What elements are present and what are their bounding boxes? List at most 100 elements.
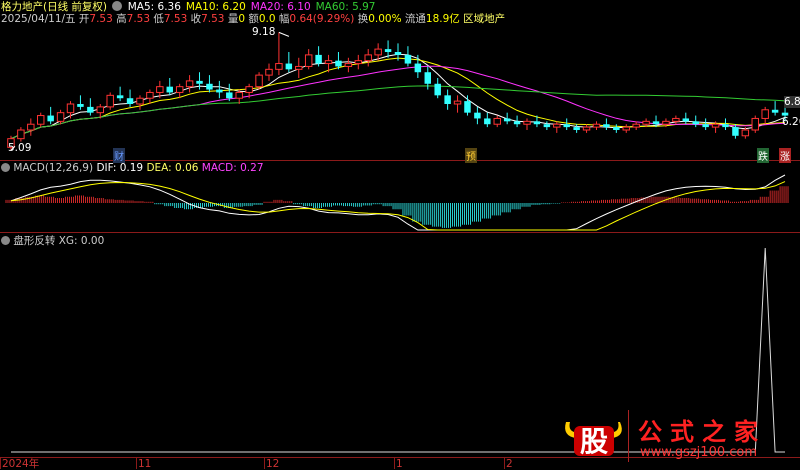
- candle-body: [324, 60, 333, 65]
- quote-item-value: 7.53: [89, 13, 113, 25]
- high-price-label: 9.18: [252, 26, 276, 38]
- candle-body: [632, 123, 640, 128]
- candle-body: [285, 63, 293, 70]
- dea-line: [10, 181, 786, 231]
- candle-body: [513, 121, 521, 125]
- ma-legend-item: MA60: 5.97: [315, 1, 376, 13]
- quote-item-value: 0: [238, 13, 246, 25]
- candle-body: [226, 92, 233, 99]
- candle-body: [613, 127, 620, 130]
- candle-body: [573, 127, 580, 130]
- candle-body: [603, 124, 610, 128]
- candle-body: [364, 54, 372, 62]
- candle-body: [592, 123, 601, 128]
- candle-body: [662, 120, 670, 125]
- candle-body: [216, 89, 223, 93]
- quote-item-label: 幅: [278, 13, 290, 25]
- x-axis-tick: [264, 457, 265, 469]
- candle-body: [771, 109, 779, 113]
- candle-body: [493, 117, 501, 125]
- candle-body: [87, 106, 94, 113]
- event-mark[interactable]: 财: [113, 148, 125, 163]
- candle-body: [503, 118, 511, 122]
- x-axis-tick: [504, 457, 505, 469]
- candle-body: [563, 124, 570, 128]
- candle-body: [185, 80, 194, 88]
- quote-item-label: 量: [227, 13, 239, 25]
- quote-item-value: 0.64(9.29%): [289, 13, 355, 25]
- indicator-title[interactable]: 盘形反转: [13, 235, 55, 247]
- quote-item-label: 高: [116, 13, 127, 25]
- ma5-line: [10, 53, 786, 140]
- candle-body: [702, 124, 709, 128]
- price-header: 格力地产(日线 前复权) MA5: 6.36 MA10: 6.20 MA20: 6.…: [1, 1, 380, 13]
- stock-name[interactable]: 格力地产: [1, 1, 43, 13]
- candle-body: [136, 97, 144, 105]
- watermark-url[interactable]: www.gszj100.com: [640, 445, 757, 460]
- event-mark[interactable]: 涨: [779, 148, 791, 163]
- macd-dea: DEA: 0.06: [146, 162, 199, 174]
- candle-body: [434, 83, 441, 96]
- low-price-label: 5.09: [8, 142, 32, 154]
- candle-body: [642, 120, 650, 125]
- quote-item-value: 0.0: [258, 13, 276, 25]
- candle-body: [255, 74, 263, 88]
- x-axis-label: 2024年: [2, 458, 40, 470]
- x-axis-tick: [394, 457, 395, 469]
- candle-body: [424, 72, 431, 84]
- event-mark[interactable]: 跌: [757, 148, 769, 163]
- quote-items: 开7.53 高7.53 低7.53 收7.53 量0 额0.0 幅0.64(9.…: [79, 13, 463, 25]
- watermark-divider: [628, 410, 629, 462]
- candle-body: [474, 112, 481, 119]
- ma-legend-item: MA10: 6.20: [185, 1, 246, 13]
- quote-item-value: 7.53: [126, 13, 151, 25]
- macd-panel-divider: [0, 232, 800, 233]
- watermark-char: 股: [580, 425, 609, 458]
- macd-header: MACD(12,26,9) DIF: 0.19 DEA: 0.06 MACD: …: [1, 162, 264, 174]
- candle-body: [295, 65, 303, 70]
- candle-body: [344, 63, 353, 67]
- quote-item-label: 额: [248, 13, 259, 25]
- right-price-label-top: 6.8: [784, 96, 800, 108]
- candle-body: [206, 83, 213, 90]
- x-axis-label: 11: [138, 458, 152, 470]
- x-axis-tick: [0, 457, 1, 469]
- high-marker: [278, 31, 290, 37]
- candle-body: [116, 95, 124, 99]
- quote-sector: 区域地产: [463, 13, 506, 25]
- candle-body: [96, 106, 105, 114]
- macd-title[interactable]: MACD(12,26,9): [13, 162, 93, 174]
- event-mark[interactable]: 预: [465, 148, 477, 163]
- candle-body: [374, 48, 382, 56]
- quote-item-label: 收: [190, 13, 202, 25]
- x-axis-label: 1: [396, 458, 403, 470]
- candle-body: [533, 121, 541, 125]
- x-axis-tick: [136, 457, 137, 469]
- candle-body: [275, 63, 283, 70]
- quote-item-label: 流通: [404, 13, 426, 25]
- candle-body: [235, 91, 243, 99]
- quote-item-value: 18.9亿: [425, 13, 460, 25]
- candle-body: [335, 60, 342, 67]
- candle-body: [414, 63, 422, 73]
- candle-body: [265, 68, 273, 76]
- candle-body: [175, 86, 184, 93]
- candle-body: [56, 112, 65, 122]
- candle-body: [722, 124, 729, 128]
- macd-value: MACD: 0.27: [201, 162, 264, 174]
- candle-body: [245, 86, 253, 93]
- indicator-gear-icon[interactable]: [1, 236, 10, 245]
- candle-body: [672, 117, 680, 122]
- candle-body: [66, 103, 75, 114]
- macd-gear-icon[interactable]: [1, 163, 10, 172]
- candle-body: [166, 86, 173, 93]
- x-axis-label: 2: [506, 458, 513, 470]
- settings-gear-icon[interactable]: [112, 1, 123, 11]
- candle-body: [711, 123, 720, 128]
- candle-body: [543, 124, 551, 128]
- candle-body: [47, 115, 54, 122]
- candle-body: [394, 52, 402, 55]
- ma-legend-item: MA5: 6.36: [127, 1, 181, 13]
- x-axis-label: 12: [266, 458, 280, 470]
- candle-body: [444, 95, 451, 104]
